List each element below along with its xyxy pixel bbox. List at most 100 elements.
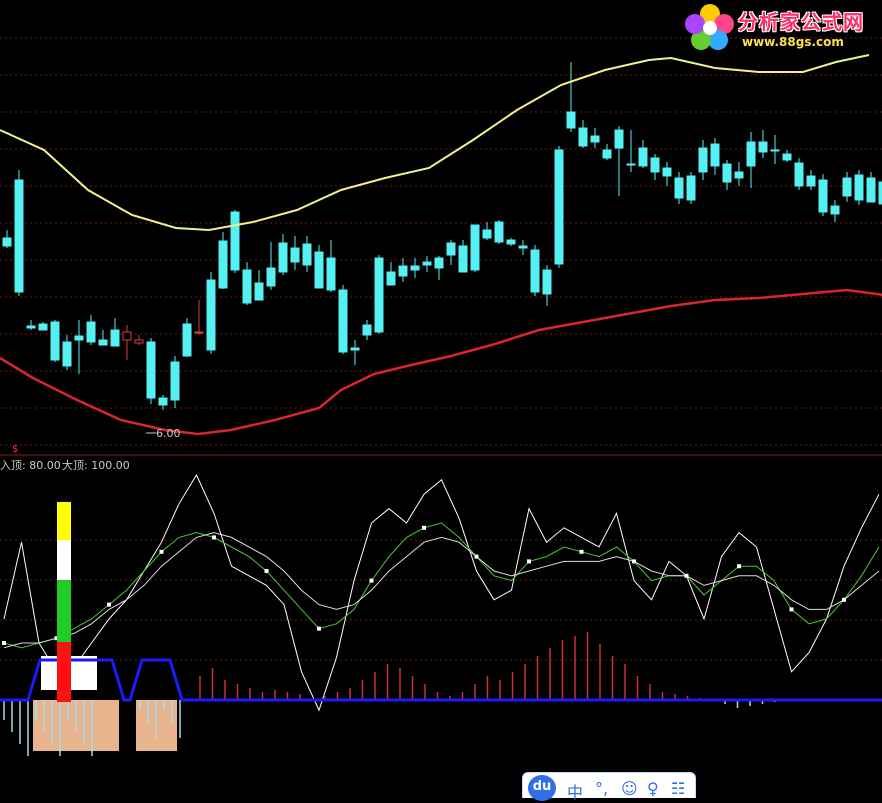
low-price-label: 6.00 <box>156 427 181 440</box>
candle-body <box>350 347 360 351</box>
candle-body <box>470 224 480 271</box>
candle-body <box>38 323 48 331</box>
candle-body <box>710 143 720 167</box>
candle-body <box>662 167 672 177</box>
candle-body <box>158 397 168 406</box>
candle-body <box>86 321 96 343</box>
oscillator-marker <box>684 573 689 578</box>
candle-body <box>518 245 528 249</box>
candle-body <box>230 211 240 271</box>
oscillator-marker <box>369 578 374 583</box>
candle-body <box>554 149 564 265</box>
ime-punctuation-toggle[interactable]: °, <box>595 779 608 798</box>
oscillator-marker <box>422 525 426 530</box>
oscillator-marker <box>212 535 216 540</box>
candle-body <box>614 129 624 149</box>
candle-body <box>542 269 552 295</box>
site-logo: 分析家公式网 www.88gs.com <box>684 2 880 54</box>
upper-gridlines <box>0 37 882 446</box>
candle-body <box>2 237 12 247</box>
ime-menu-icon[interactable]: ☷ <box>671 779 685 798</box>
oscillator-marker <box>317 626 321 631</box>
flower-icon <box>685 4 734 50</box>
candle-body <box>122 331 132 341</box>
oscillator-marker <box>737 564 741 569</box>
oscillator-marker <box>107 602 111 607</box>
candle-body <box>746 141 756 167</box>
candle-body <box>830 205 840 215</box>
logo-url: www.88gs.com <box>742 35 844 49</box>
upper-band-line <box>0 54 870 232</box>
candle-body <box>182 323 192 357</box>
candle-body <box>422 261 432 266</box>
candle-body <box>146 341 156 399</box>
candle-body <box>578 127 588 147</box>
candle-body <box>758 141 768 153</box>
candle-body <box>638 147 648 167</box>
candle-body <box>50 321 60 361</box>
candle-body <box>290 247 300 263</box>
candle-body <box>374 257 384 333</box>
candle-body <box>338 289 348 353</box>
oscillator-marker <box>842 597 846 602</box>
candle-body <box>14 179 24 293</box>
candle-body <box>626 163 636 166</box>
candle-body <box>314 251 324 289</box>
candle-body <box>98 339 108 346</box>
chart-canvas: 6.00 $ <box>0 37 882 756</box>
low-price-marker: 6.00 <box>146 427 181 440</box>
candle-body <box>818 179 828 213</box>
oscillator-marker <box>579 549 584 554</box>
oscillator-marker <box>632 559 636 564</box>
candle-body <box>410 265 420 271</box>
signal-segment-yellow <box>57 502 71 540</box>
candle-body <box>134 339 144 344</box>
candle-body <box>302 243 312 266</box>
candle-body <box>398 265 408 277</box>
candle-body <box>794 162 804 187</box>
candle-body <box>782 153 792 161</box>
candle-body <box>110 329 120 347</box>
candle-body <box>698 147 708 173</box>
ime-language-toggle[interactable]: 中 <box>567 779 583 803</box>
candle-body <box>206 279 216 351</box>
candle-body <box>362 324 372 336</box>
oscillator-marker <box>264 569 269 573</box>
candle-body <box>806 175 816 187</box>
candle-body <box>494 221 504 243</box>
candle-body <box>26 325 36 329</box>
candle-body <box>566 111 576 129</box>
oscillator-marker <box>2 641 6 645</box>
ime-user-icon[interactable]: ♀ <box>647 779 659 798</box>
signal-segment-red <box>57 642 71 702</box>
candle-body <box>722 163 732 183</box>
candle-body <box>842 177 852 197</box>
candle-body <box>770 149 780 152</box>
candle-body <box>734 171 744 179</box>
oscillator-marker <box>527 559 531 564</box>
oscillator-signal-line <box>3 532 880 649</box>
candle-body <box>326 257 336 291</box>
candle-body <box>482 229 492 239</box>
dollar-marker: $ <box>12 444 18 455</box>
ime-emoji-icon[interactable]: ☺ <box>621 779 638 798</box>
oscillator-markers <box>2 525 846 645</box>
ime-badge-icon[interactable]: du <box>528 775 556 801</box>
candle-body <box>602 149 612 159</box>
signal-segment-white <box>57 540 71 580</box>
lower-gridlines <box>0 539 882 661</box>
ime-toolbar[interactable]: du 中 °, ☺ ♀ ☷ <box>522 772 696 802</box>
candle-body <box>530 249 540 293</box>
candle-body <box>62 341 72 367</box>
candle-body <box>386 271 396 286</box>
signal-bar <box>57 502 71 702</box>
candle-body <box>650 157 660 173</box>
candle-body <box>434 257 444 269</box>
signal-segment-green <box>57 580 71 642</box>
candle-body <box>242 269 252 304</box>
candle-body <box>458 245 468 273</box>
candle-body <box>218 240 228 289</box>
oscillator-marker <box>159 549 164 554</box>
candle-body <box>278 242 288 273</box>
lower-band-line <box>0 288 882 436</box>
